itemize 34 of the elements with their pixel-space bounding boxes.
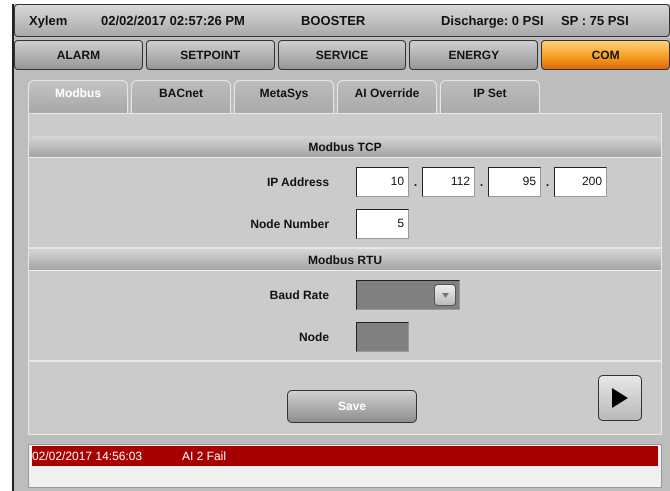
field-label: Node [298,330,330,344]
separator-dot: . [478,175,484,189]
input-field[interactable]: 112 [422,167,475,197]
nav-tab[interactable]: SERVICE [278,40,406,70]
field-label: Baud Rate [268,288,330,302]
sub-tab[interactable]: MetaSys [234,80,334,113]
brand-label: Xylem [29,13,68,28]
section-header: Modbus RTU [29,249,661,271]
field-label: IP Address [266,175,330,189]
discharge-reading: Discharge: 0 PSI [441,13,545,28]
input-field[interactable]: 10 [356,167,409,197]
date-time: 02/02/2017 02:57:26 PM [101,13,246,28]
input-field[interactable]: 200 [554,167,607,197]
input-field[interactable]: 5 [356,209,409,239]
input-field[interactable]: 95 [488,167,541,197]
nav-tab[interactable]: ENERGY [409,40,538,70]
separator-dot: . [412,175,418,189]
mode-label: BOOSTER [301,13,366,28]
next-button[interactable] [598,375,642,421]
alarm-time: 02/02/2017 14:56:03 [32,449,144,463]
alarm-message: AI 2 Fail [182,449,226,463]
separator-dot: . [544,175,550,189]
sub-tab[interactable]: BACnet [131,80,231,113]
setpoint-reading: SP : 75 PSI [561,13,630,28]
sub-tab[interactable]: IP Set [440,80,540,113]
nav-tab[interactable]: COM [541,40,670,70]
alarm-row[interactable]: 02/02/2017 14:56:03 AI 2 Fail [32,446,658,466]
play-icon [612,388,628,408]
caret-icon [442,292,448,298]
sub-tab[interactable]: AI Override [337,80,437,113]
section-header: Modbus TCP [29,136,661,158]
nav-tab[interactable]: ALARM [14,40,143,70]
field-label: Node Number [249,217,330,231]
nav-tab[interactable]: SETPOINT [146,40,275,70]
